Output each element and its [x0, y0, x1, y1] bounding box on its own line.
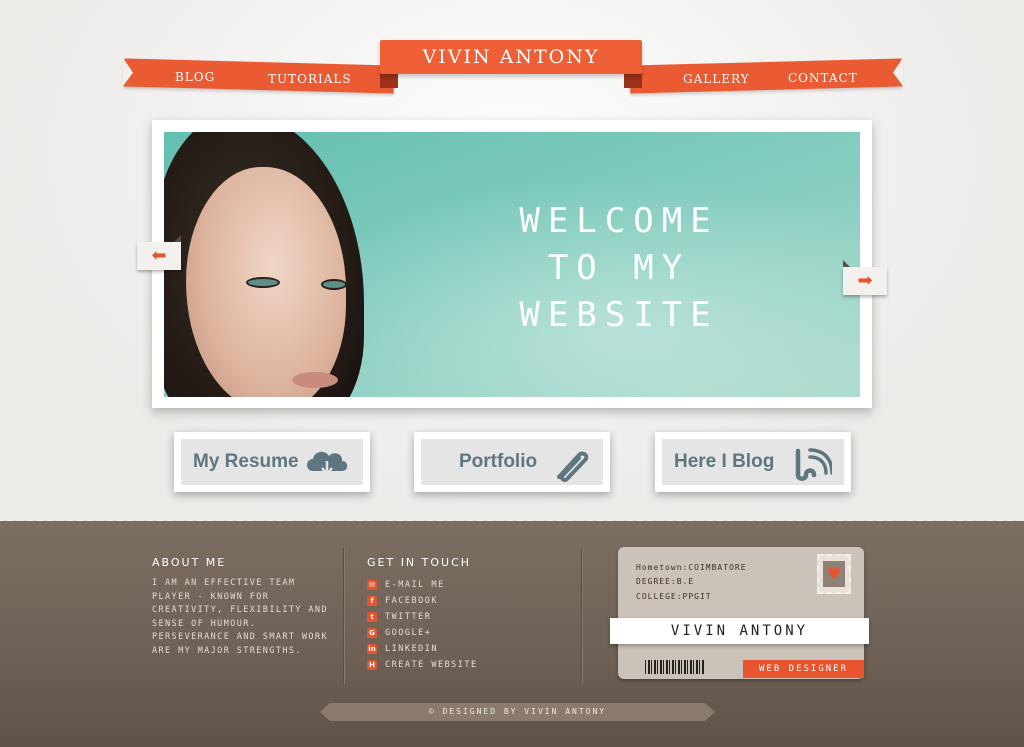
footer-divider [343, 548, 344, 684]
blog-button[interactable]: Here I Blog [655, 432, 851, 492]
social-label: CREATE WEBSITE [385, 660, 478, 670]
create-website-link[interactable]: H CREATE WEBSITE [367, 657, 478, 673]
blogger-rss-icon [795, 448, 832, 481]
facebook-icon: f [367, 596, 377, 606]
id-name: VIVIN ANTONY [610, 618, 869, 644]
welcome-line: TO MY [547, 248, 691, 288]
hero-slide-image: WELCOME TO MY WEBSITE [164, 132, 860, 397]
id-college: COLLEGE:PPGIT [636, 592, 712, 601]
barcode [645, 660, 705, 674]
hero-slider: WELCOME TO MY WEBSITE [152, 120, 872, 408]
paperclip-icon [557, 451, 589, 483]
contact-title: GET IN TOUCH [367, 556, 472, 569]
google-plus-link[interactable]: G GOOGLE+ [367, 625, 478, 641]
facebook-link[interactable]: f FACEBOOK [367, 593, 478, 609]
mail-icon: ✉ [367, 580, 377, 590]
arrow-right-icon: ➡ [857, 270, 873, 291]
portfolio-label: Portfolio [459, 451, 538, 472]
slider-prev-button[interactable]: ⬅ [137, 235, 181, 270]
nav-contact[interactable]: CONTACT [788, 71, 858, 85]
resume-button[interactable]: My Resume [174, 432, 370, 492]
portrait-eye [321, 279, 347, 290]
id-degree: DEGREE:B.E [636, 577, 695, 586]
social-label: LINKEDIN [385, 644, 438, 654]
social-label: E-MAIL ME [385, 580, 445, 590]
portrait-lips [292, 372, 338, 388]
social-label: TWITTER [385, 612, 432, 622]
linkedin-icon: in [367, 644, 377, 654]
website-icon: H [367, 660, 377, 670]
cloud-download-icon [307, 451, 348, 476]
id-hometown: Hometown:COIMBATORE [636, 563, 747, 572]
social-label: GOOGLE+ [385, 628, 432, 638]
welcome-line: WEBSITE [519, 295, 719, 335]
hero-welcome-text: WELCOME TO MY WEBSITE [464, 198, 774, 339]
twitter-link[interactable]: t TWITTER [367, 609, 478, 625]
heart-icon: ♥ [823, 561, 845, 587]
portrait-eye [246, 277, 280, 288]
social-label: FACEBOOK [385, 596, 438, 606]
nav-blog[interactable]: BLOG [175, 70, 215, 84]
email-link[interactable]: ✉ E-MAIL ME [367, 577, 478, 593]
copyright: © DESIGNED BY VIVIN ANTONY [320, 703, 715, 721]
twitter-icon: t [367, 612, 377, 622]
role-badge: WEB DESIGNER [743, 660, 864, 678]
nav-tutorials[interactable]: TUTORIALS [268, 72, 352, 86]
slider-next-button[interactable]: ➡ [843, 260, 887, 295]
blog-label: Here I Blog [674, 451, 775, 472]
site-title[interactable]: VIVIN ANTONY [380, 40, 642, 74]
resume-label: My Resume [193, 451, 299, 472]
welcome-line: WELCOME [519, 201, 719, 241]
portfolio-button[interactable]: Portfolio [414, 432, 610, 492]
nav-gallery[interactable]: GALLERY [683, 72, 750, 86]
about-title: ABOUT ME [152, 556, 227, 569]
linkedin-link[interactable]: in LINKEDIN [367, 641, 478, 657]
about-text: I AM AN EFFECTIVE TEAM PLAYER - KNOWN FO… [152, 578, 328, 656]
google-plus-icon: G [367, 628, 377, 638]
arrow-left-icon: ⬅ [151, 245, 167, 266]
social-links: ✉ E-MAIL ME f FACEBOOK t TWITTER G GOOGL… [367, 577, 478, 673]
postage-stamp: ♥ [817, 554, 851, 594]
footer-divider [581, 548, 582, 684]
